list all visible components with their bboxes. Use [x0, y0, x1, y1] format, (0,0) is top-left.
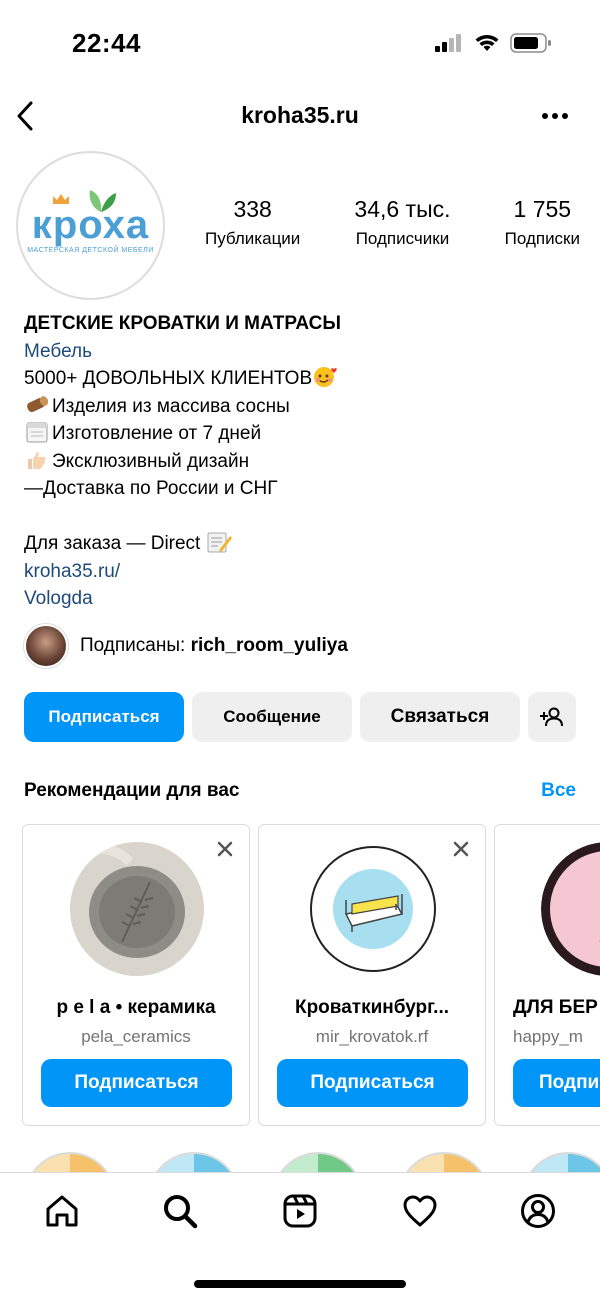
crib-logo-image [307, 843, 439, 975]
status-icons [434, 32, 552, 54]
profile-actions: Подписаться Сообщение Связаться [24, 692, 576, 742]
tab-profile[interactable] [518, 1191, 558, 1231]
stat-following[interactable]: 1 755 Подписки [505, 196, 580, 249]
stat-value: 1 755 [513, 196, 572, 222]
home-icon [46, 1195, 78, 1227]
highlight-peek[interactable] [24, 1152, 116, 1174]
stat-label: Подписки [504, 229, 580, 248]
card-name: p e l a • керамика [56, 997, 216, 1018]
memo-icon [207, 532, 232, 553]
mommy-avatar[interactable] [541, 842, 600, 976]
status-bar: 22:44 [0, 0, 600, 90]
contact-button[interactable]: Связаться [360, 692, 520, 742]
card-follow-button[interactable]: Подписаться [41, 1059, 232, 1107]
profile-username-title: kroha35.ru [241, 102, 359, 128]
bio-line: Для заказа — Direct [24, 530, 584, 558]
stat-followers[interactable]: 34,6 тыс. Подписчики [354, 196, 450, 249]
highlights-peek-row [0, 1152, 600, 1174]
brand-tagline: МАСТЕРСКАЯ ДЕТСКОЙ МЕБЕЛИ [27, 247, 154, 254]
stat-value: 338 [233, 196, 272, 222]
stat-label: Публикации [205, 229, 301, 248]
recommendation-card: Кроваткинбург... mir_krovatok.rf Подписа… [258, 824, 486, 1126]
cellular-signal-icon [435, 34, 461, 52]
stat-label: Подписчики [355, 229, 450, 248]
profile-category: Мебель [24, 340, 92, 362]
wifi-icon [475, 35, 499, 51]
bottom-tab-bar [0, 1172, 600, 1300]
smiling-face-with-hearts-icon [314, 367, 337, 387]
recommendations-header: Рекомендации для вас Все [24, 780, 576, 802]
card-name: ДЛЯ БЕР [513, 997, 598, 1018]
home-indicator[interactable] [194, 1280, 406, 1288]
highlight-peek[interactable] [522, 1152, 600, 1174]
bio-text: Изделия из массива сосны [52, 395, 290, 417]
brand-logo-text: кроха [31, 203, 150, 247]
card-follow-button[interactable]: Подпи [513, 1059, 600, 1107]
card-username: happy_m [513, 1027, 583, 1046]
stat-value: 34,6 тыс. [354, 196, 451, 222]
bio-text: 5000+ ДОВОЛЬНЫХ КЛИЕНТОВ [24, 368, 313, 389]
close-icon[interactable] [215, 839, 235, 859]
profile-icon [521, 1194, 555, 1228]
see-all-link[interactable]: Все [541, 780, 576, 802]
website-link[interactable]: kroha35.ru/ [24, 558, 584, 586]
more-horizontal-icon [542, 113, 568, 119]
followed-by-text: Подписаны: rich_room_yuliya [80, 635, 348, 657]
calendar-icon [26, 422, 48, 443]
followed-by-user: rich_room_yuliya [190, 635, 348, 656]
card-username: mir_krovatok.rf [315, 1027, 429, 1046]
profile-display-name: ДЕТСКИЕ КРОВАТКИ И МАТРАСЫ [24, 313, 341, 334]
followed-by-label: Подписаны: [80, 635, 186, 656]
highlight-peek[interactable] [272, 1152, 364, 1174]
heart-icon [403, 1195, 437, 1227]
recommendations-title: Рекомендации для вас [24, 780, 240, 801]
wood-log-icon [27, 395, 49, 412]
ceramic-avatar[interactable] [70, 842, 204, 976]
bio-line: Эксклюзивный дизайн [24, 448, 584, 476]
thumbs-up-icon [28, 451, 46, 469]
bio-text: Эксклюзивный дизайн [52, 450, 250, 472]
stat-posts[interactable]: 338 Публикации [205, 196, 300, 249]
bio-line: 5000+ ДОВОЛЬНЫХ КЛИЕНТОВ [24, 365, 584, 393]
suggest-people-button[interactable] [528, 692, 576, 742]
crib-logo-avatar[interactable] [306, 842, 440, 976]
tab-activity[interactable] [400, 1191, 440, 1231]
card-username: pela_ceramics [81, 1027, 191, 1046]
recommendation-cards[interactable]: p e l a • керамика pela_ceramics Подписа… [22, 824, 600, 1126]
tab-search[interactable] [160, 1191, 200, 1231]
tab-reels[interactable] [280, 1191, 320, 1231]
close-icon[interactable] [451, 839, 471, 859]
message-button[interactable]: Сообщение [192, 692, 352, 742]
search-icon [164, 1195, 198, 1229]
profile-avatar[interactable]: кроха МАСТЕРСКАЯ ДЕТСКОЙ МЕБЕЛИ [16, 151, 165, 300]
bio-text: Для заказа — Direct [24, 533, 201, 554]
more-options-button[interactable] [540, 102, 570, 130]
highlight-peek[interactable] [398, 1152, 490, 1174]
battery-icon [510, 33, 551, 53]
recommendation-card: ДЛЯ БЕР happy_m Подпи [494, 824, 600, 1126]
follow-button[interactable]: Подписаться [24, 692, 184, 742]
mommy-avatar-image [541, 842, 600, 976]
bio-line: Изготовление от 7 дней [24, 420, 584, 448]
top-navigation: kroha35.ru [0, 92, 600, 140]
add-person-icon [540, 707, 563, 727]
ceramic-plate-image [70, 842, 204, 976]
location-link[interactable]: Vologda [24, 585, 584, 613]
card-follow-button[interactable]: Подписаться [277, 1059, 468, 1107]
follower-avatar [24, 624, 68, 668]
card-name: Кроваткинбург... [294, 997, 450, 1018]
bio-line: Изделия из массива сосны [24, 393, 584, 421]
followed-by-row[interactable]: Подписаны: rich_room_yuliya [24, 624, 348, 668]
profile-bio: ДЕТСКИЕ КРОВАТКИ И МАТРАСЫ Мебель 5000+ … [24, 310, 584, 613]
status-time: 22:44 [72, 28, 141, 58]
recommendation-card: p e l a • керамика pela_ceramics Подписа… [22, 824, 250, 1126]
profile-stats: 338 Публикации 34,6 тыс. Подписчики 1 75… [205, 196, 580, 249]
reels-icon [283, 1194, 317, 1228]
bio-text: Изготовление от 7 дней [52, 423, 262, 444]
highlight-peek[interactable] [148, 1152, 240, 1174]
tab-home[interactable] [42, 1191, 82, 1231]
bio-text: —Доставка по России и СНГ [24, 478, 278, 499]
